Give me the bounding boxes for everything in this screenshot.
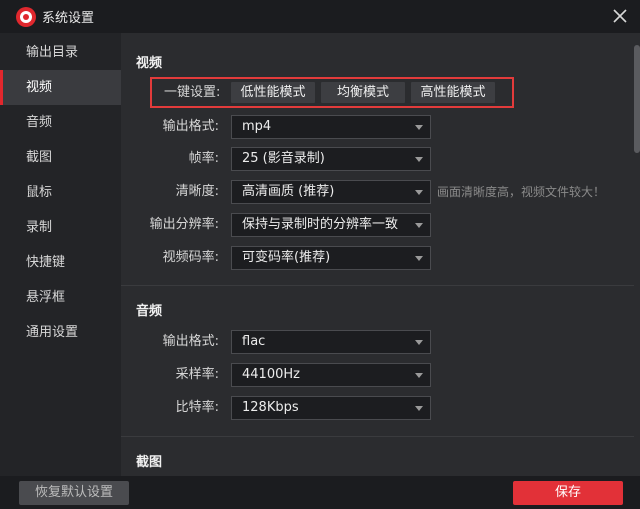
- chevron-down-icon: [415, 223, 423, 228]
- audio-bitrate-label: 比特率:: [175, 400, 219, 415]
- sidebar-item-mouse[interactable]: 鼠标: [0, 175, 121, 210]
- quality-select[interactable]: 高清画质 (推荐): [231, 180, 431, 204]
- video-format-value: mp4: [242, 119, 272, 134]
- sidebar-item-general[interactable]: 通用设置: [0, 315, 121, 350]
- chevron-down-icon: [415, 190, 423, 195]
- resolution-row: 输出分辨率: 保持与录制时的分辨率一致: [121, 213, 634, 237]
- samplerate-value: 44100Hz: [242, 367, 300, 382]
- sidebar-item-screenshot[interactable]: 截图: [0, 140, 121, 175]
- window-title: 系统设置: [42, 11, 95, 26]
- samplerate-label: 采样率:: [175, 367, 219, 382]
- video-format-row: 输出格式: mp4: [121, 115, 634, 139]
- preset-label: 一键设置:: [164, 85, 221, 100]
- section-divider: [121, 285, 634, 286]
- high-performance-button[interactable]: 高性能模式: [411, 82, 495, 103]
- framerate-row: 帧率: 25 (影音录制): [121, 147, 634, 171]
- sidebar-item-record[interactable]: 录制: [0, 210, 121, 245]
- video-format-label: 输出格式:: [162, 119, 219, 134]
- title-bar: 系统设置: [0, 0, 640, 33]
- framerate-value: 25 (影音录制): [242, 151, 325, 166]
- chevron-down-icon: [415, 340, 423, 345]
- audio-format-label: 输出格式:: [162, 334, 219, 349]
- section-title-audio: 音频: [136, 304, 163, 319]
- framerate-select[interactable]: 25 (影音录制): [231, 147, 431, 171]
- close-icon: [613, 9, 627, 23]
- framerate-label: 帧率:: [188, 151, 219, 166]
- scrollbar-thumb[interactable]: [634, 45, 640, 153]
- save-button[interactable]: 保存: [513, 481, 623, 505]
- resolution-label: 输出分辨率:: [149, 217, 219, 232]
- resolution-value: 保持与录制时的分辨率一致: [242, 217, 399, 232]
- sidebar-item-audio[interactable]: 音频: [0, 105, 121, 140]
- chevron-down-icon: [415, 406, 423, 411]
- resolution-select[interactable]: 保持与录制时的分辨率一致: [231, 213, 431, 237]
- sidebar-item-video[interactable]: 视频: [0, 70, 121, 105]
- audio-format-value: flac: [242, 334, 266, 349]
- preset-highlight-box: 一键设置: 低性能模式 均衡模式 高性能模式: [150, 77, 514, 108]
- audio-bitrate-select[interactable]: 128Kbps: [231, 396, 431, 420]
- samplerate-row: 采样率: 44100Hz: [121, 363, 634, 387]
- video-bitrate-row: 视频码率: 可变码率(推荐): [121, 246, 634, 270]
- settings-panel: 视频 一键设置: 低性能模式 均衡模式 高性能模式 输出格式: mp4 帧率: …: [121, 33, 640, 476]
- footer-bar: 恢复默认设置 保存: [0, 476, 640, 509]
- sidebar-item-hotkeys[interactable]: 快捷键: [0, 245, 121, 280]
- balanced-mode-button[interactable]: 均衡模式: [321, 82, 405, 103]
- sidebar: 输出目录 视频 音频 截图 鼠标 录制 快捷键 悬浮框 通用设置: [0, 33, 121, 476]
- quality-row: 清晰度: 高清画质 (推荐) 画面清晰度高，视频文件较大！: [121, 180, 634, 204]
- chevron-down-icon: [415, 373, 423, 378]
- samplerate-select[interactable]: 44100Hz: [231, 363, 431, 387]
- chevron-down-icon: [415, 157, 423, 162]
- section-title-screenshot: 截图: [136, 455, 163, 470]
- audio-format-row: 输出格式: flac: [121, 330, 634, 354]
- audio-bitrate-row: 比特率: 128Kbps: [121, 396, 634, 420]
- audio-format-select[interactable]: flac: [231, 330, 431, 354]
- video-bitrate-value: 可变码率(推荐): [242, 250, 331, 265]
- section-title-video: 视频: [136, 56, 163, 71]
- video-format-select[interactable]: mp4: [231, 115, 431, 139]
- sidebar-item-output-dir[interactable]: 输出目录: [0, 35, 121, 70]
- quality-hint: 画面清晰度高，视频文件较大！: [437, 185, 606, 199]
- section-divider: [121, 436, 634, 437]
- audio-bitrate-value: 128Kbps: [242, 400, 299, 415]
- quality-label: 清晰度:: [175, 184, 219, 199]
- sidebar-item-float-window[interactable]: 悬浮框: [0, 280, 121, 315]
- chevron-down-icon: [415, 125, 423, 130]
- video-bitrate-select[interactable]: 可变码率(推荐): [231, 246, 431, 270]
- app-logo-icon: [16, 6, 36, 27]
- close-button[interactable]: [610, 6, 630, 26]
- restore-defaults-button[interactable]: 恢复默认设置: [19, 481, 129, 505]
- chevron-down-icon: [415, 256, 423, 261]
- scrollbar[interactable]: [634, 33, 640, 476]
- quality-value: 高清画质 (推荐): [242, 184, 335, 199]
- video-bitrate-label: 视频码率:: [162, 250, 219, 265]
- low-performance-button[interactable]: 低性能模式: [231, 82, 315, 103]
